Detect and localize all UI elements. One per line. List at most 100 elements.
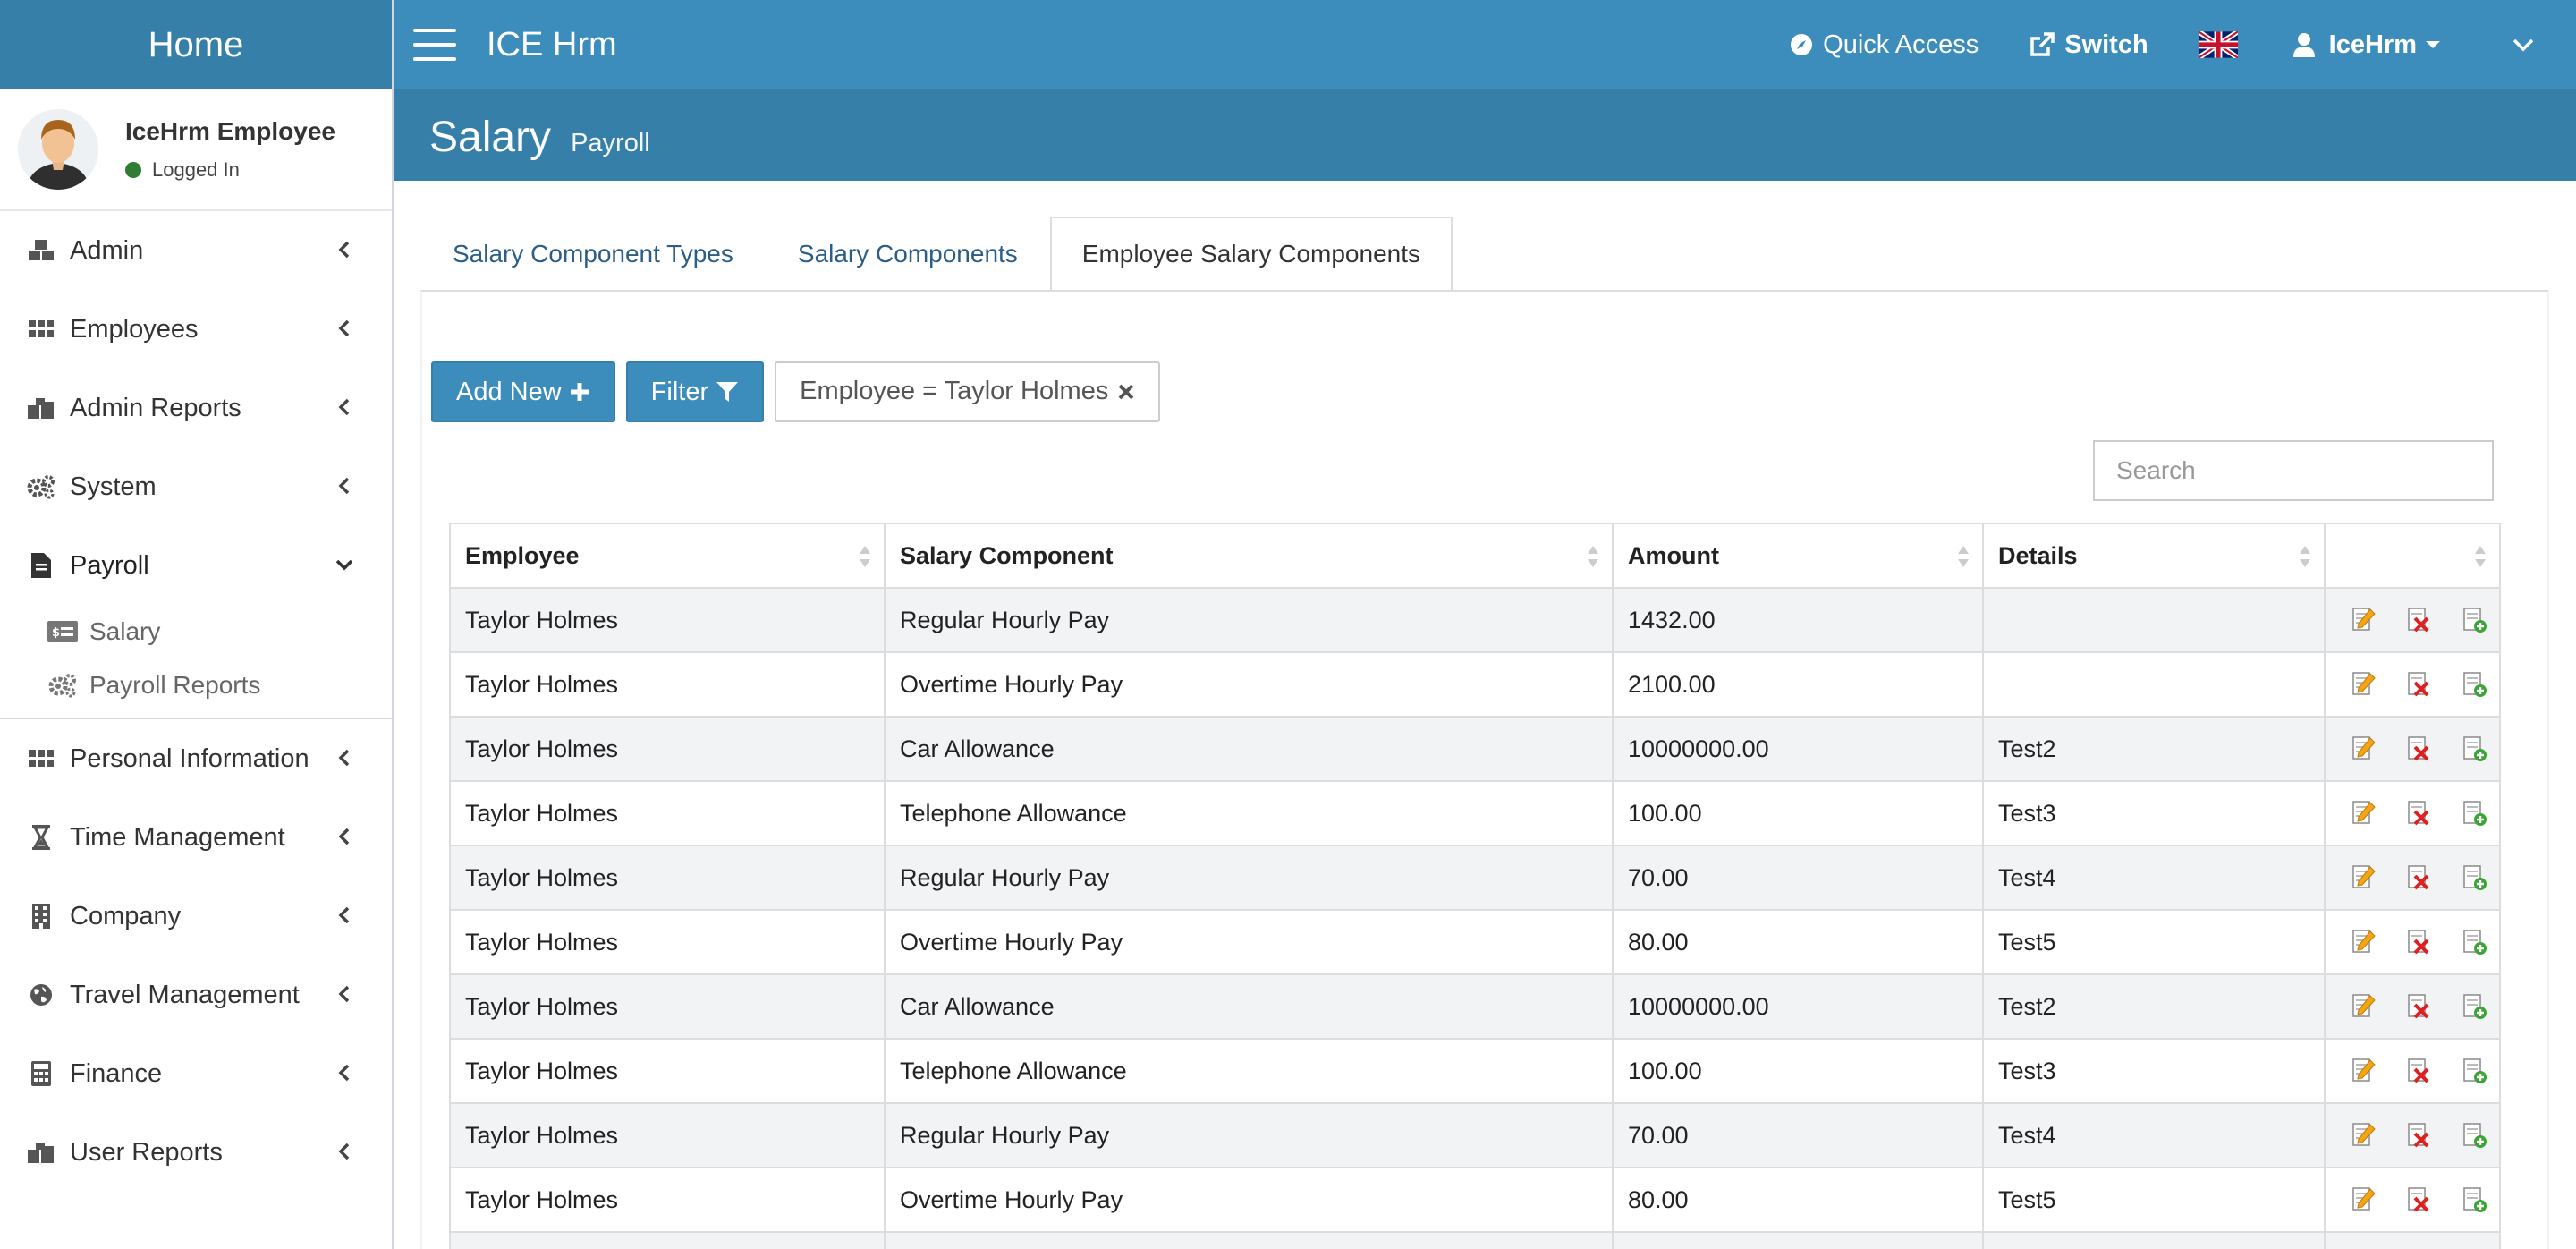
sidebar-subitem-label: Payroll Reports [89,671,261,699]
cell-amount: 80.00 [1612,909,1984,975]
chevron-down-icon [331,551,358,578]
delete-icon[interactable] [2404,1121,2433,1150]
delete-icon[interactable] [2404,670,2433,699]
delete-icon[interactable] [2404,863,2433,892]
edit-icon[interactable] [2349,606,2377,634]
tab-salary-components[interactable]: Salary Components [766,217,1050,290]
column-header-actions[interactable] [2324,523,2501,589]
table-row[interactable]: Taylor Holmes Overtime Hourly Pay 80.00 Tes… [449,1167,2501,1233]
sidebar-item-admin[interactable]: Admin [0,211,392,290]
switch-link[interactable]: Switch [2029,30,2148,60]
delete-icon[interactable] [2404,1057,2433,1085]
table-row[interactable]: Taylor Holmes Overtime Hourly Pay 80.00 Tes… [449,909,2501,975]
cell-amount: 2100.00 [1612,651,1984,718]
sort-icon [1958,546,1969,567]
search-input[interactable]: Search [2093,440,2494,501]
delete-icon[interactable] [2404,1185,2433,1214]
delete-icon[interactable] [2404,992,2433,1021]
column-header-amount[interactable]: Amount [1612,523,1984,589]
cell-amount: 10000000.00 [1612,973,1984,1040]
sidebar-item-label: Travel Management [70,980,300,1009]
reports-icon [25,392,57,424]
edit-icon[interactable] [2349,799,2377,828]
cell-employee: Taylor Holmes [449,651,886,718]
copy-icon[interactable] [2460,735,2488,763]
table-row[interactable]: Taylor Holmes Overtime Hourly Pay 2100.00 [449,651,2501,718]
delete-icon[interactable] [2404,735,2433,763]
tab-employee-salary-components[interactable]: Employee Salary Components [1049,217,1453,290]
edit-icon[interactable] [2349,863,2377,892]
filter-button[interactable]: Filter [625,361,765,422]
column-header-details[interactable]: Details [1982,523,2326,589]
sidebar-item-time-management[interactable]: Time Management [0,798,392,877]
column-header-label: Details [1998,541,2078,569]
uk-flag-icon[interactable] [2198,31,2238,58]
sidebar-item-finance[interactable]: Finance [0,1034,392,1113]
edit-icon[interactable] [2349,670,2377,699]
sidebar-item-admin-reports[interactable]: Admin Reports [0,369,392,447]
copy-icon[interactable] [2460,1121,2488,1150]
cell-actions [2324,1167,2501,1233]
edit-icon[interactable] [2349,1185,2377,1214]
quick-access-link[interactable]: Quick Access [1789,30,1979,60]
table-row[interactable]: Taylor Holmes Regular Hourly Pay 70.00 Test… [449,1102,2501,1168]
active-filter-label: Employee = Taylor Holmes [800,377,1109,405]
file-icon [25,549,57,582]
table-row[interactable]: Taylor Holmes Telephone Allowance 100.00 Te… [449,780,2501,846]
edit-icon[interactable] [2349,992,2377,1021]
cell-actions [2324,651,2501,718]
sidebar-item-employees[interactable]: Employees [0,290,392,369]
edit-icon[interactable] [2349,1057,2377,1085]
active-filter-chip[interactable]: Employee = Taylor Holmes [775,361,1161,422]
cell-employee [449,1231,886,1249]
tab-salary-component-types[interactable]: Salary Component Types [420,217,766,290]
copy-icon[interactable] [2460,992,2488,1021]
table-body: Taylor Holmes Regular Hourly Pay 1432.00 Ta… [449,587,2501,1249]
cell-actions [2324,1102,2501,1168]
calculator-icon [25,1058,57,1090]
home-logo[interactable]: Home [0,0,392,89]
edit-icon[interactable] [2349,735,2377,763]
sidebar-item-personal-information[interactable]: Personal Information [0,719,392,798]
add-new-button[interactable]: Add New [431,361,615,422]
delete-icon[interactable] [2404,799,2433,828]
cell-details: Test4 [1982,845,2326,911]
edit-icon[interactable] [2349,1121,2377,1150]
table-row[interactable]: Taylor Holmes Telephone Allowance 100.00 Te… [449,1038,2501,1104]
copy-icon[interactable] [2460,799,2488,828]
copy-icon[interactable] [2460,1185,2488,1214]
copy-icon[interactable] [2460,606,2488,634]
sidebar-menu-lower: Personal Information Time Management Com… [0,719,392,1192]
sidebar-item-company[interactable]: Company [0,877,392,956]
cell-details: Test2 [1982,716,2326,782]
table-row[interactable] [449,1231,2501,1249]
sidebar-subitem-salary[interactable]: $ Salary [0,605,392,658]
table-row[interactable]: Taylor Holmes Car Allowance 10000000.00 Tes… [449,973,2501,1040]
sidebar-item-system[interactable]: System [0,447,392,526]
chevron-left-icon [331,744,358,771]
hourglass-icon [25,821,57,854]
table-row[interactable]: Taylor Holmes Regular Hourly Pay 1432.00 [449,587,2501,653]
edit-icon[interactable] [2349,928,2377,956]
hamburger-menu-icon[interactable] [413,29,456,61]
table-row[interactable]: Taylor Holmes Car Allowance 10000000.00 Tes… [449,716,2501,782]
copy-icon[interactable] [2460,670,2488,699]
delete-icon[interactable] [2404,928,2433,956]
column-header-salary-component[interactable]: Salary Component [884,523,1614,589]
globe-icon [25,979,57,1011]
sidebar-item-travel-management[interactable]: Travel Management [0,956,392,1034]
copy-icon[interactable] [2460,1057,2488,1085]
sidebar-item-user-reports[interactable]: User Reports [0,1113,392,1192]
copy-icon[interactable] [2460,863,2488,892]
user-dropdown[interactable]: IceHrm [2292,30,2440,60]
copy-icon[interactable] [2460,928,2488,956]
svg-text:$: $ [52,626,60,640]
sidebar-item-payroll[interactable]: Payroll [0,526,392,605]
chevron-down-icon[interactable] [2512,37,2535,53]
sidebar-subitem-payroll-reports[interactable]: Payroll Reports [0,658,392,712]
delete-icon[interactable] [2404,606,2433,634]
close-icon[interactable] [1117,383,1135,401]
cell-actions [2324,1038,2501,1104]
column-header-employee[interactable]: Employee [449,523,886,589]
table-row[interactable]: Taylor Holmes Regular Hourly Pay 70.00 Test… [449,845,2501,911]
